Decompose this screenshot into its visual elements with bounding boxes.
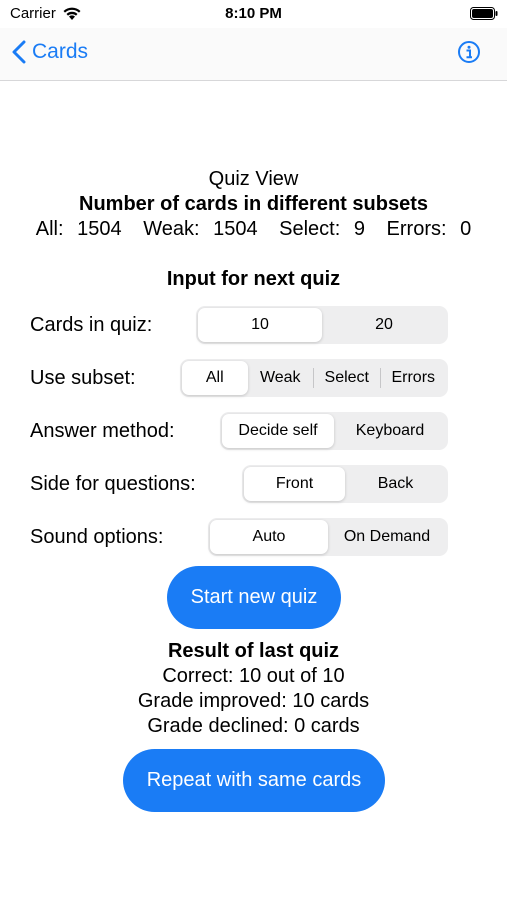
status-bar: Carrier 8:10 PM — [0, 0, 507, 28]
sound-option-on-demand[interactable]: On Demand — [328, 520, 446, 554]
answer-option-decide-self[interactable]: Decide self — [222, 414, 334, 448]
count-weak-label: Weak: — [143, 218, 200, 240]
clock: 8:10 PM — [225, 5, 282, 22]
side-option-back[interactable]: Back — [345, 467, 446, 501]
result-grade-improved: Grade improved: 10 cards — [137, 690, 370, 712]
side-for-questions-label: Side for questions: — [30, 473, 196, 495]
count-weak: Weak: 1504 — [139, 218, 261, 240]
answer-option-keyboard[interactable]: Keyboard — [334, 414, 446, 448]
subset-option-all[interactable]: All — [182, 361, 248, 395]
count-select: Select: 9 — [275, 218, 369, 240]
count-select-label: Select: — [279, 218, 341, 240]
count-errors-value: 0 — [460, 218, 472, 240]
cards-in-quiz-segmented-control: 10 20 — [196, 306, 448, 344]
result-section-heading: Result of last quiz — [167, 640, 340, 662]
repeat-with-same-cards-button[interactable]: Repeat with same cards — [123, 749, 385, 812]
cards-option-10[interactable]: 10 — [198, 308, 322, 342]
sound-options-label: Sound options: — [30, 526, 164, 548]
page-title: Quiz View — [208, 168, 299, 190]
subset-option-select[interactable]: Select — [314, 361, 380, 395]
subset-counts-heading: Number of cards in different subsets — [79, 193, 428, 215]
side-option-front[interactable]: Front — [244, 467, 345, 501]
side-for-questions-segmented-control: Front Back — [242, 465, 448, 503]
subset-option-errors[interactable]: Errors — [381, 361, 447, 395]
count-all: All: 1504 — [32, 218, 126, 240]
info-icon[interactable] — [457, 40, 481, 64]
use-subset-segmented-control: All Weak Select Errors — [180, 359, 448, 397]
subset-counts: All: 1504 Weak: 1504 Select: 9 Errors: 0 — [0, 218, 507, 241]
back-button[interactable]: Cards — [12, 40, 88, 64]
subset-option-weak[interactable]: Weak — [248, 361, 314, 395]
sound-options-segmented-control: Auto On Demand — [208, 518, 448, 556]
result-correct: Correct: 10 out of 10 — [162, 665, 345, 687]
sound-option-auto[interactable]: Auto — [210, 520, 328, 554]
count-all-value: 1504 — [77, 218, 122, 240]
count-errors-label: Errors: — [386, 218, 447, 240]
count-select-value: 9 — [353, 218, 365, 240]
cards-in-quiz-label: Cards in quiz: — [30, 314, 153, 336]
navigation-bar: Cards — [0, 28, 507, 81]
count-errors: Errors: 0 — [383, 218, 476, 240]
chevron-left-icon — [12, 40, 26, 64]
battery-icon — [470, 7, 498, 20]
use-subset-label: Use subset: — [30, 367, 136, 389]
answer-method-segmented-control: Decide self Keyboard — [220, 412, 448, 450]
start-new-quiz-button[interactable]: Start new quiz — [167, 566, 341, 629]
input-section-heading: Input for next quiz — [166, 268, 341, 290]
cards-option-20[interactable]: 20 — [322, 308, 446, 342]
back-button-label: Cards — [32, 40, 89, 63]
count-weak-value: 1504 — [213, 218, 258, 240]
answer-method-label: Answer method: — [30, 420, 175, 442]
result-grade-declined: Grade declined: 0 cards — [147, 715, 360, 737]
count-all-label: All: — [35, 218, 64, 240]
